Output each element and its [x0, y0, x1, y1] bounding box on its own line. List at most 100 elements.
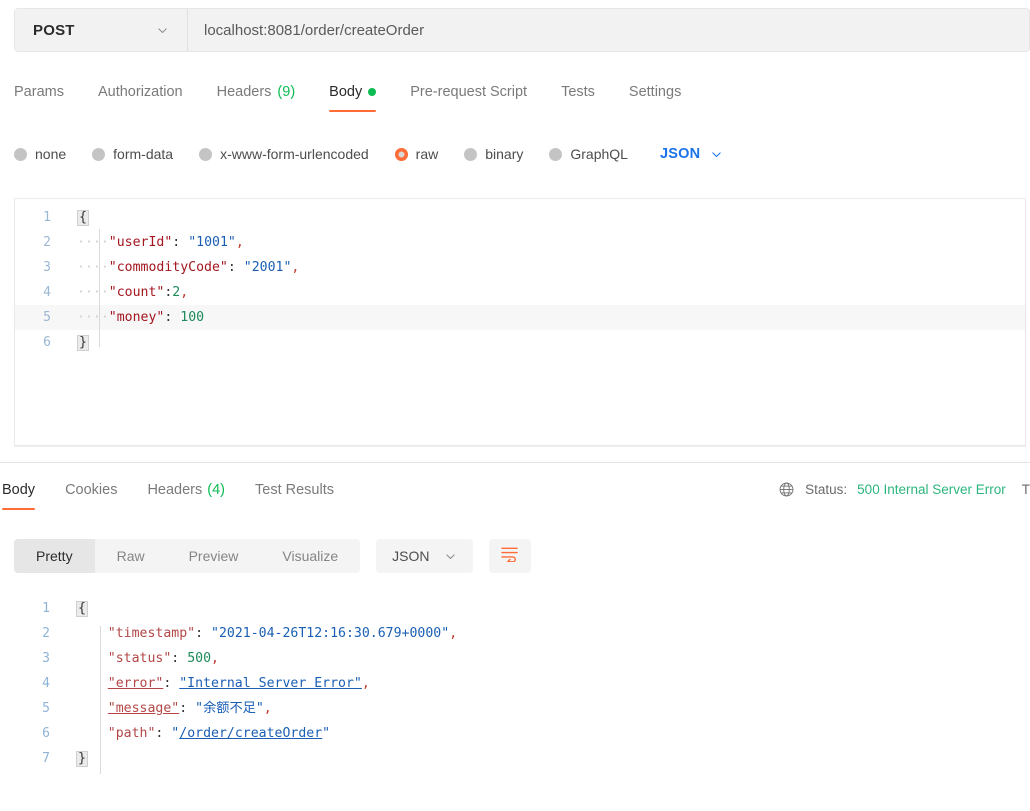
- tab-tests[interactable]: Tests: [561, 78, 595, 112]
- body-type-none-label: none: [35, 146, 67, 162]
- chevron-down-icon: [156, 24, 169, 37]
- code-content: }: [67, 330, 1025, 355]
- line-number: 1: [43, 210, 51, 225]
- indent-guide: [100, 626, 101, 774]
- radio-icon: [92, 147, 106, 161]
- response-status-area: Status: 500 Internal Server Error T: [778, 481, 1030, 498]
- json-key: "userId": [108, 235, 173, 250]
- json-key: "path": [107, 726, 156, 741]
- json-comma: ,: [235, 235, 244, 250]
- view-mode-pretty[interactable]: Pretty: [14, 539, 95, 573]
- json-colon: :: [171, 651, 188, 666]
- tab-params-label: Params: [14, 84, 64, 100]
- view-mode-preview[interactable]: Preview: [167, 539, 261, 573]
- json-comma: ,: [211, 651, 219, 666]
- json-colon: :: [155, 726, 172, 741]
- space-dot: [180, 235, 188, 250]
- tab-params[interactable]: Params: [14, 78, 64, 112]
- request-tabs: Params Authorization Headers (9) Body Pr…: [14, 78, 1030, 118]
- word-wrap-button[interactable]: [488, 539, 531, 573]
- response-tab-cookies[interactable]: Cookies: [65, 478, 117, 510]
- url-bar: POST localhost:8081/order/createOrder: [14, 8, 1030, 52]
- pane-divider[interactable]: [0, 462, 1030, 463]
- code-line: 1 {: [14, 596, 1026, 621]
- code-content: {: [66, 596, 1026, 621]
- json-key: "commodityCode": [108, 260, 228, 275]
- json-colon: :: [195, 626, 211, 641]
- response-tab-body[interactable]: Body: [2, 478, 36, 510]
- response-body-code: 1 { 2 "timestamp": "2021-04-26T12:16:30.…: [14, 592, 1026, 774]
- body-type-binary[interactable]: binary: [464, 146, 523, 162]
- line-number: 4: [43, 285, 51, 300]
- view-mode-pretty-label: Pretty: [36, 548, 73, 564]
- view-mode-raw[interactable]: Raw: [95, 539, 167, 573]
- body-type-none[interactable]: none: [14, 146, 66, 162]
- json-comma: ,: [291, 260, 300, 275]
- globe-icon: [778, 481, 795, 498]
- body-type-form-data[interactable]: form-data: [92, 146, 173, 162]
- tab-tests-label: Tests: [561, 84, 595, 100]
- body-type-radio-group: none form-data x-www-form-urlencoded raw…: [14, 138, 1030, 170]
- radio-icon: [549, 147, 563, 161]
- line-number: 5: [42, 701, 50, 716]
- tab-body[interactable]: Body: [329, 78, 377, 112]
- body-type-graphql[interactable]: GraphQL: [549, 146, 628, 162]
- response-tab-headers[interactable]: Headers (4): [147, 478, 225, 510]
- code-content: {: [67, 205, 1025, 230]
- raw-format-selector[interactable]: JSON: [660, 146, 723, 162]
- code-line: 5 "message": "余额不足",: [14, 696, 1026, 721]
- json-link-value[interactable]: /order/createOrder: [179, 726, 322, 741]
- response-tab-test-results[interactable]: Test Results: [255, 478, 334, 510]
- code-content: "error": "Internal Server Error",: [66, 671, 1026, 696]
- radio-icon: [14, 147, 27, 161]
- tab-pre-request-script-label: Pre-request Script: [410, 84, 528, 100]
- code-line: 3 "status": 500,: [14, 646, 1026, 671]
- status-label: Status:: [805, 482, 848, 497]
- json-string-value: "2021-04-26T12:16:30.679+0000": [211, 626, 450, 641]
- tab-authorization[interactable]: Authorization: [98, 78, 183, 112]
- json-key: "timestamp": [107, 626, 196, 641]
- json-string-value: "1001": [188, 235, 236, 250]
- response-tabs: Body Cookies Headers (4) Test Results St…: [0, 478, 1030, 518]
- json-string-value-cjk: 余额不足: [203, 701, 256, 716]
- code-line: 6 "path": "/order/createOrder": [14, 721, 1026, 746]
- code-line: 3 ····"commodityCode": "2001",: [15, 255, 1025, 280]
- json-key: "status": [107, 651, 172, 666]
- response-view-mode-group: Pretty Raw Preview Visualize: [14, 539, 361, 573]
- view-mode-visualize[interactable]: Visualize: [260, 539, 360, 573]
- tab-headers-label: Headers: [216, 84, 272, 100]
- time-label-truncated: T: [1021, 482, 1030, 497]
- tab-settings[interactable]: Settings: [629, 78, 681, 112]
- code-line: 1 {: [15, 205, 1025, 230]
- request-body-editor[interactable]: 1 { 2 ····"userId": "1001", 3 ····"commo…: [14, 198, 1026, 446]
- code-content: "timestamp": "2021-04-26T12:16:30.679+00…: [66, 621, 1026, 646]
- response-tab-cookies-label: Cookies: [65, 482, 118, 498]
- view-mode-raw-label: Raw: [116, 548, 145, 564]
- response-format-selector[interactable]: JSON: [376, 539, 473, 573]
- tab-pre-request-script[interactable]: Pre-request Script: [410, 78, 527, 112]
- line-number: 7: [42, 751, 50, 766]
- code-line: 4 "error": "Internal Server Error",: [14, 671, 1026, 696]
- line-number: 2: [43, 235, 51, 250]
- tab-headers[interactable]: Headers (9): [217, 78, 296, 112]
- tab-settings-label: Settings: [628, 84, 682, 100]
- body-type-form-data-label: form-data: [113, 146, 174, 162]
- body-type-urlencoded[interactable]: x-www-form-urlencoded: [199, 146, 369, 162]
- url-input[interactable]: localhost:8081/order/createOrder: [188, 9, 1029, 51]
- http-method-selector[interactable]: POST: [15, 9, 188, 51]
- code-line: 6 }: [15, 330, 1025, 355]
- body-type-binary-label: binary: [485, 146, 524, 162]
- json-string-value: "2001": [243, 260, 292, 275]
- response-tab-headers-count: (4): [207, 482, 225, 498]
- space-dot: [236, 260, 244, 275]
- tab-headers-count: (9): [277, 84, 296, 100]
- radio-icon: [464, 147, 478, 161]
- response-format-label: JSON: [392, 548, 430, 564]
- json-number-value: 100: [180, 310, 205, 325]
- json-colon: :: [179, 701, 196, 716]
- code-line: 4 ····"count":2,: [15, 280, 1025, 305]
- response-body-viewer[interactable]: 1 { 2 "timestamp": "2021-04-26T12:16:30.…: [14, 592, 1026, 806]
- body-type-raw[interactable]: raw: [394, 146, 438, 162]
- code-line: 2 "timestamp": "2021-04-26T12:16:30.679+…: [14, 621, 1026, 646]
- status-badge: 500 Internal Server Error: [857, 482, 1006, 497]
